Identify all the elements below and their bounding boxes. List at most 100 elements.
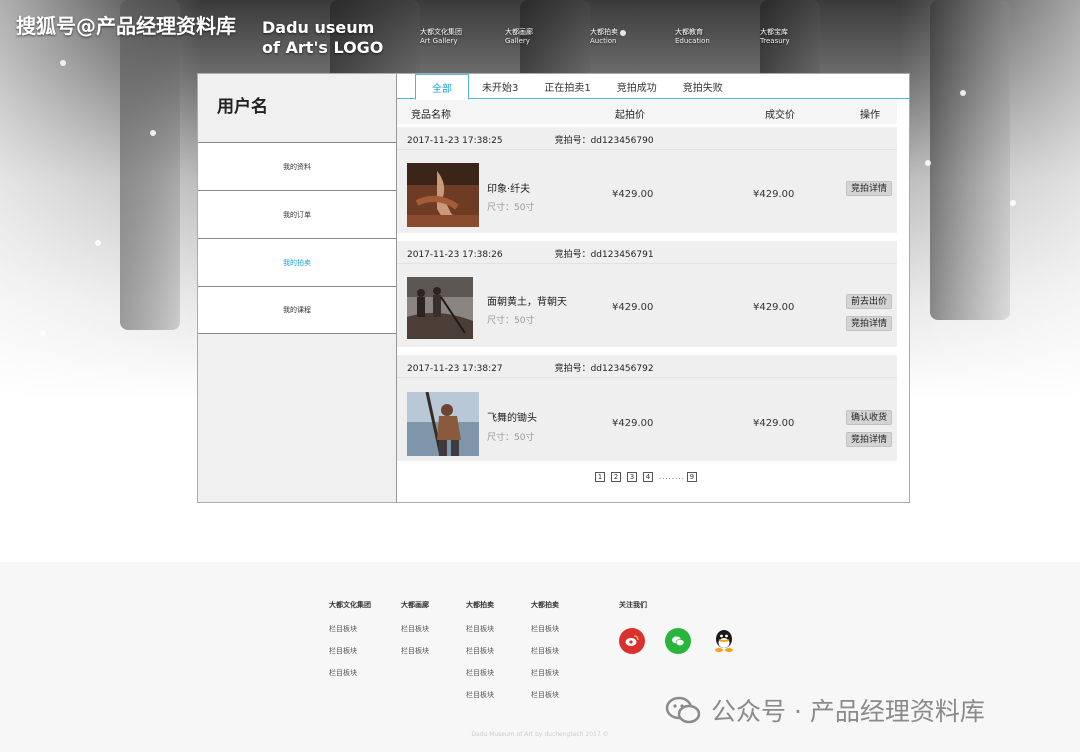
- order-time: 2017-11-23 17:38:25: [407, 136, 503, 146]
- page-last-button[interactable]: 9: [686, 472, 697, 482]
- deal-price: ¥429.00: [753, 302, 795, 313]
- pagination: 1 2 3 4 ........ 9: [595, 472, 703, 482]
- order-card: 2017-11-23 17:38:25 竞拍号：dd123456790 印象·纤夫…: [397, 127, 897, 233]
- order-card: 2017-11-23 17:38:27 竞拍号：dd123456792 飞舞的锄头…: [397, 355, 897, 461]
- footer-link[interactable]: 栏目板块: [531, 646, 559, 656]
- artwork-thumbnail[interactable]: [407, 277, 473, 339]
- footer-link[interactable]: 栏目板块: [466, 668, 494, 678]
- order-number: 竞拍号：dd123456791: [554, 250, 654, 260]
- site-logo[interactable]: Dadu useum of Art's LOGO: [262, 18, 383, 58]
- sidebar-item-orders[interactable]: 我的订单: [198, 190, 396, 238]
- snowflake: [960, 90, 966, 96]
- tab-all[interactable]: 全部: [415, 74, 469, 100]
- auction-detail-button[interactable]: 竞拍详情: [846, 316, 892, 331]
- order-card: 2017-11-23 17:38:26 竞拍号：dd123456791 面朝黄土，…: [397, 241, 897, 347]
- footer-column-heading: 大都拍卖: [466, 601, 494, 609]
- order-number: 竞拍号：dd123456792: [554, 364, 654, 374]
- artwork-size: 尺寸：50寸: [487, 433, 535, 443]
- nav-item-education[interactable]: 大都教育 Education: [675, 28, 760, 46]
- auction-detail-button[interactable]: 竞拍详情: [846, 432, 892, 447]
- sidebar-item-auctions[interactable]: 我的拍卖: [198, 238, 396, 286]
- col-deal-price: 成交价: [765, 110, 795, 121]
- snowflake: [150, 130, 156, 136]
- logo-line-2: of Art's LOGO: [262, 38, 384, 57]
- footer-follow: 关注我们: [619, 600, 647, 624]
- sidebar: 用户名 我的资料 我的订单 我的拍卖 我的课程: [198, 74, 397, 502]
- artwork-name[interactable]: 印象·纤夫: [487, 180, 530, 195]
- watermark-top: 搜狐号@产品经理资料库: [16, 14, 236, 38]
- nav-item-auction[interactable]: 大都拍卖 Auction: [590, 28, 675, 46]
- artwork-size: 尺寸：50寸: [487, 203, 535, 213]
- footer-link[interactable]: 栏目板块: [466, 690, 494, 700]
- tab-won[interactable]: 竞拍成功: [604, 74, 670, 99]
- footer-link[interactable]: 栏目板块: [329, 624, 371, 634]
- footer-column-heading: 大都画廊: [401, 601, 429, 609]
- qq-icon[interactable]: [711, 628, 737, 654]
- tab-lost[interactable]: 竞拍失败: [670, 74, 736, 99]
- table-header: 竞品名称 起拍价 成交价 操作: [397, 100, 897, 124]
- page-2-button[interactable]: 2: [611, 472, 621, 482]
- footer-link[interactable]: 栏目板块: [401, 624, 429, 634]
- footer-link[interactable]: 栏目板块: [466, 624, 494, 634]
- follow-us-heading: 关注我们: [619, 601, 647, 609]
- col-name: 竞品名称: [411, 110, 451, 121]
- footer-column: 大都文化集团 栏目板块 栏目板块 栏目板块: [329, 600, 371, 690]
- footer-link[interactable]: 栏目板块: [466, 646, 494, 656]
- logo-line-1: Dadu useum: [262, 18, 375, 37]
- snowflake: [60, 60, 66, 66]
- snowflake: [40, 330, 46, 336]
- artwork-name[interactable]: 飞舞的锄头: [487, 409, 537, 424]
- pagination-ellipsis: ........: [659, 473, 685, 481]
- auction-detail-button[interactable]: 竞拍详情: [846, 181, 892, 196]
- place-bid-button[interactable]: 前去出价: [846, 294, 892, 309]
- page-3-button[interactable]: 3: [627, 472, 637, 482]
- copyright-text: Dadu Museum of Art by duchengtech 2017 ©: [471, 731, 609, 738]
- artwork-thumbnail[interactable]: [407, 163, 479, 227]
- auction-tabs: 全部 未开始3 正在拍卖1 竞拍成功 竞拍失败: [397, 74, 909, 100]
- sidebar-item-courses[interactable]: 我的课程: [198, 286, 396, 334]
- footer-link[interactable]: 栏目板块: [531, 668, 559, 678]
- start-price: ¥429.00: [612, 418, 654, 429]
- user-center-panel: 用户名 我的资料 我的订单 我的拍卖 我的课程 全部 未开始3 正在拍卖1 竞拍…: [197, 73, 910, 503]
- snowflake: [1010, 200, 1016, 206]
- footer-link[interactable]: 栏目板块: [401, 646, 429, 656]
- wechat-official-icon: [665, 696, 701, 724]
- sidebar-item-profile[interactable]: 我的资料: [198, 142, 396, 190]
- col-action: 操作: [860, 110, 880, 121]
- wechat-icon[interactable]: [665, 628, 691, 654]
- footer-link[interactable]: 栏目板块: [531, 690, 559, 700]
- deal-price: ¥429.00: [753, 418, 795, 429]
- watermark-bottom: 公众号 · 产品经理资料库: [665, 692, 985, 728]
- footer-link[interactable]: 栏目板块: [531, 624, 559, 634]
- weibo-icon[interactable]: [619, 628, 645, 654]
- sidebar-menu: 我的资料 我的订单 我的拍卖 我的课程: [198, 142, 396, 334]
- snowflake: [925, 160, 931, 166]
- nav-item-art-gallery[interactable]: 大都文化集团 Art Gallery: [420, 28, 505, 46]
- artwork-size: 尺寸：50寸: [487, 316, 535, 326]
- page-4-button[interactable]: 4: [643, 472, 653, 482]
- username-title: 用户名: [217, 97, 268, 117]
- confirm-receipt-button[interactable]: 确认收货: [846, 410, 892, 425]
- col-start-price: 起拍价: [615, 110, 645, 121]
- start-price: ¥429.00: [612, 302, 654, 313]
- footer-column: 大都拍卖 栏目板块 栏目板块 栏目板块 栏目板块: [531, 600, 559, 712]
- auction-content: 全部 未开始3 正在拍卖1 竞拍成功 竞拍失败 竞品名称 起拍价 成交价 操作 …: [397, 74, 909, 502]
- footer-column-heading: 大都文化集团: [329, 601, 371, 609]
- top-nav: 大都文化集团 Art Gallery 大都画廊 Gallery 大都拍卖 Auctio…: [420, 28, 845, 46]
- nav-item-treasury[interactable]: 大都宝库 Treasury: [760, 28, 845, 46]
- deal-price: ¥429.00: [753, 189, 795, 200]
- tab-not-started[interactable]: 未开始3: [469, 74, 531, 99]
- artwork-thumbnail[interactable]: [407, 392, 479, 456]
- footer-link[interactable]: 栏目板块: [329, 668, 371, 678]
- order-number: 竞拍号：dd123456790: [554, 136, 654, 146]
- footer-column-heading: 大都拍卖: [531, 601, 559, 609]
- nav-item-gallery[interactable]: 大都画廊 Gallery: [505, 28, 590, 46]
- watermark-bottom-text: 公众号 · 产品经理资料库: [711, 697, 985, 726]
- tab-in-progress[interactable]: 正在拍卖1: [531, 74, 603, 99]
- artwork-name[interactable]: 面朝黄土，背朝天: [487, 293, 567, 308]
- footer-column: 大都拍卖 栏目板块 栏目板块 栏目板块 栏目板块: [466, 600, 494, 712]
- footer-link[interactable]: 栏目板块: [329, 646, 371, 656]
- page-1-button[interactable]: 1: [595, 472, 605, 482]
- start-price: ¥429.00: [612, 189, 654, 200]
- order-time: 2017-11-23 17:38:26: [407, 250, 503, 260]
